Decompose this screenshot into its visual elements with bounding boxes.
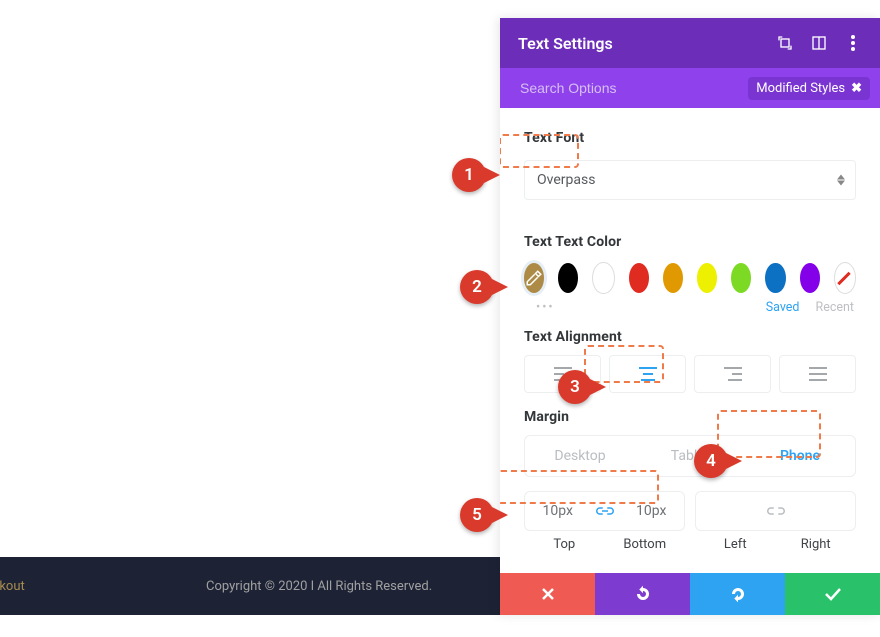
footer-checkout-link[interactable]: Checkout xyxy=(0,579,25,594)
pill-label: Modified Styles xyxy=(756,81,845,96)
margin-pair-vertical: 10px 10px xyxy=(524,491,685,531)
callout-5-bubble: 5 xyxy=(460,498,494,532)
align-right-icon xyxy=(724,367,742,381)
close-icon xyxy=(541,587,555,601)
expand-icon[interactable] xyxy=(776,34,794,52)
undo-button[interactable] xyxy=(595,573,690,615)
align-left-button[interactable] xyxy=(524,355,601,393)
redo-icon xyxy=(729,585,747,603)
tab-desktop[interactable]: Desktop xyxy=(525,436,635,476)
swatch-white[interactable] xyxy=(592,262,614,294)
margin-bottom-label: Bottom xyxy=(605,537,686,552)
confirm-button[interactable] xyxy=(785,573,880,615)
swatch-orange[interactable] xyxy=(663,263,683,293)
pill-close-icon[interactable]: ✖ xyxy=(851,81,862,96)
panel-title: Text Settings xyxy=(518,34,760,53)
footer-copyright: Copyright © 2020 I All Rights Reserved. xyxy=(206,579,432,594)
margin-pair-horizontal xyxy=(695,491,856,531)
color-swatch-row xyxy=(524,262,856,294)
panel-header: Text Settings xyxy=(500,18,880,68)
text-color-label: Text Text Color xyxy=(524,234,856,250)
callout-1-bubble: 1 xyxy=(452,158,486,192)
swatch-links: ••• Saved Recent xyxy=(524,300,856,315)
swatch-green[interactable] xyxy=(731,263,751,293)
margin-top-input[interactable]: 10px xyxy=(525,503,591,519)
redo-button[interactable] xyxy=(690,573,785,615)
margin-input-labels: TopBottom LeftRight xyxy=(524,537,856,552)
unlink-icon xyxy=(767,505,785,517)
select-caret-icon xyxy=(837,175,845,186)
swatch-red[interactable] xyxy=(629,263,649,293)
alignment-row xyxy=(524,355,856,393)
text-alignment-label: Text Alignment xyxy=(524,329,856,345)
swatch-yellow[interactable] xyxy=(697,263,717,293)
swatch-more-icon[interactable]: ••• xyxy=(536,300,555,315)
swatch-purple[interactable] xyxy=(800,263,820,293)
callout-2-bubble: 2 xyxy=(460,270,494,304)
text-font-label: Text Font xyxy=(524,130,856,146)
align-justify-button[interactable] xyxy=(779,355,856,393)
eyedropper-icon xyxy=(525,269,543,287)
callout-1: 1 xyxy=(452,158,500,192)
tab-phone[interactable]: Phone xyxy=(745,436,855,476)
font-select-value: Overpass xyxy=(537,172,595,188)
search-options-input[interactable] xyxy=(518,79,748,97)
link-icon xyxy=(596,505,614,517)
swatch-black[interactable] xyxy=(558,263,578,293)
margin-left-label: Left xyxy=(695,537,776,552)
text-settings-panel: Text Settings Modified Styles ✖ Text Fon… xyxy=(500,18,880,615)
align-left-icon xyxy=(554,367,572,381)
margin-right-label: Right xyxy=(776,537,857,552)
margin-bottom-input[interactable]: 10px xyxy=(619,503,685,519)
align-justify-icon xyxy=(809,367,827,381)
margin-link-horizontal-icon[interactable] xyxy=(762,505,790,517)
panel-subheader: Modified Styles ✖ xyxy=(500,68,880,108)
tab-tablet[interactable]: Tablet xyxy=(635,436,745,476)
layout-icon[interactable] xyxy=(810,34,828,52)
text-font-select[interactable]: Overpass xyxy=(524,160,856,200)
align-right-button[interactable] xyxy=(694,355,771,393)
panel-body: Text Font Overpass Text Text Color xyxy=(500,108,880,573)
panel-action-bar xyxy=(500,573,880,615)
modified-styles-pill[interactable]: Modified Styles ✖ xyxy=(748,77,870,100)
margin-top-label: Top xyxy=(524,537,605,552)
swatch-blue[interactable] xyxy=(765,263,785,293)
menu-icon[interactable] xyxy=(844,34,862,52)
cancel-button[interactable] xyxy=(500,573,595,615)
swatch-none[interactable] xyxy=(834,262,856,294)
margin-label: Margin xyxy=(524,409,856,425)
check-icon xyxy=(824,587,842,601)
align-center-icon xyxy=(639,367,657,381)
color-picker-swatch[interactable] xyxy=(524,263,544,293)
undo-icon xyxy=(634,585,652,603)
margin-inputs: 10px 10px xyxy=(524,491,856,531)
swatch-recent-tab[interactable]: Recent xyxy=(816,300,855,315)
margin-link-vertical-icon[interactable] xyxy=(591,505,619,517)
align-center-button[interactable] xyxy=(609,355,686,393)
responsive-tabs: Desktop Tablet Phone xyxy=(524,435,856,477)
swatch-saved-tab[interactable]: Saved xyxy=(766,300,800,315)
